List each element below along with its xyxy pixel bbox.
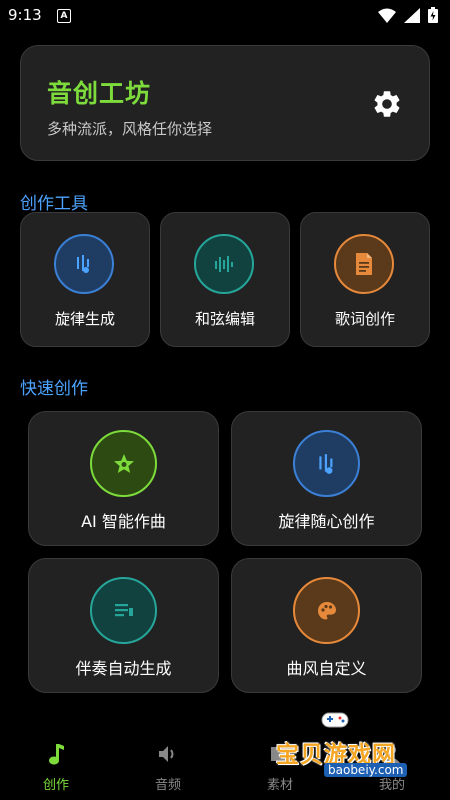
tool-card-chord[interactable]: 和弦编辑	[160, 212, 290, 347]
tool-card-lyrics[interactable]: 歌词创作	[300, 212, 430, 347]
nav-label: 创作	[42, 778, 69, 793]
tool-icon-circle	[334, 234, 394, 294]
melody-icon	[318, 453, 332, 474]
document-icon	[356, 253, 372, 275]
folder-icon	[271, 747, 289, 761]
app-title: 音创工坊	[47, 79, 152, 108]
section-title-quick: 快速创作	[20, 379, 88, 399]
palette-icon	[317, 601, 336, 619]
list-icon	[114, 603, 133, 616]
battery-icon	[428, 7, 438, 23]
melody-icon	[77, 255, 89, 273]
app-header-card: 音创工坊 多种流派，风格任你选择	[20, 45, 430, 161]
signal-icon	[404, 7, 420, 23]
tool-label: 和弦编辑	[194, 310, 255, 328]
tool-label: 歌词创作	[334, 310, 395, 328]
star-icon	[113, 453, 134, 473]
quick-label: 旋律随心创作	[278, 512, 375, 531]
quick-label: 伴奏自动生成	[75, 659, 172, 678]
nav-label: 素材	[266, 778, 293, 793]
music-note-icon	[49, 744, 64, 765]
status-time: 9:13	[8, 6, 42, 24]
quick-card-free-melody[interactable]: 旋律随心创作	[231, 411, 422, 546]
tool-icon-circle	[194, 234, 254, 294]
waveform-icon	[215, 256, 233, 272]
nav-item-mine[interactable]: 我的	[336, 730, 448, 800]
profile-icon	[384, 746, 400, 763]
section-title-tools: 创作工具	[20, 194, 88, 214]
speaker-icon	[159, 746, 174, 762]
bottom-nav: 创作 音频 素材 我的	[0, 730, 450, 800]
quick-card-accompaniment[interactable]: 伴奏自动生成	[28, 558, 219, 693]
tool-icon-circle	[54, 234, 114, 294]
gear-icon	[374, 91, 400, 117]
gamepad-icon	[321, 712, 349, 728]
quick-card-ai-compose[interactable]: AI 智能作曲	[28, 411, 219, 546]
quick-label: AI 智能作曲	[81, 512, 166, 531]
quick-card-style-custom[interactable]: 曲风自定义	[231, 558, 422, 693]
nav-item-materials[interactable]: 素材	[224, 730, 336, 800]
settings-button[interactable]	[371, 88, 403, 124]
quick-icon-circle	[90, 430, 157, 497]
tool-card-melody[interactable]: 旋律生成	[20, 212, 150, 347]
wifi-icon	[378, 8, 396, 23]
status-bar: 9:13 A	[0, 0, 450, 30]
nav-item-audio[interactable]: 音频	[112, 730, 224, 800]
quick-icon-circle	[293, 430, 360, 497]
tool-label: 旋律生成	[54, 310, 115, 328]
nav-item-create[interactable]: 创作	[0, 730, 112, 800]
quick-icon-circle	[90, 577, 157, 644]
nav-label: 音频	[154, 778, 181, 793]
app-subtitle: 多种流派，风格任你选择	[47, 120, 213, 138]
quick-icon-circle	[293, 577, 360, 644]
notification-icon: A	[57, 9, 71, 23]
nav-label: 我的	[378, 778, 405, 793]
quick-label: 曲风自定义	[286, 659, 367, 678]
